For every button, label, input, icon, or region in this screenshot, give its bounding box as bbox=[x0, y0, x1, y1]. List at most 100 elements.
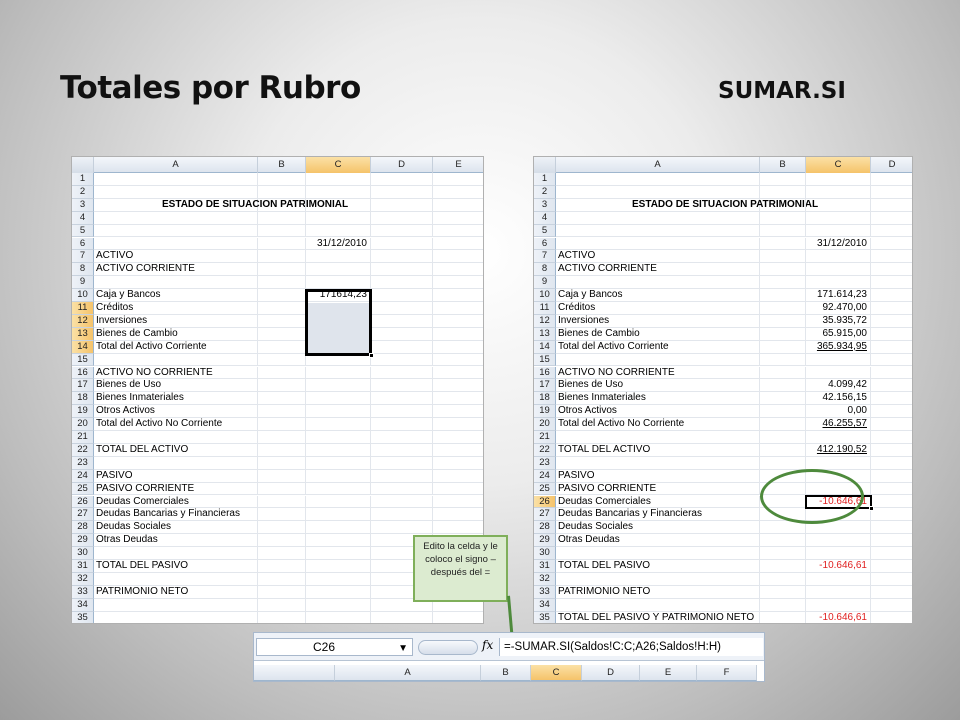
cell-c4[interactable] bbox=[306, 211, 371, 225]
cell-d6[interactable] bbox=[871, 238, 912, 251]
row-header[interactable]: 1 bbox=[72, 173, 94, 186]
cell-b27[interactable] bbox=[258, 508, 306, 522]
cell-a6[interactable] bbox=[556, 237, 760, 251]
cell-d11[interactable] bbox=[871, 302, 912, 315]
cell-b29[interactable] bbox=[258, 534, 306, 548]
cell-b23[interactable] bbox=[258, 456, 306, 470]
cell-d23[interactable] bbox=[871, 457, 912, 470]
cell-d18[interactable] bbox=[371, 392, 433, 406]
row-header[interactable]: 32 bbox=[72, 572, 94, 586]
cell-d33[interactable] bbox=[871, 586, 912, 599]
cell-a23[interactable] bbox=[94, 456, 258, 470]
row-header[interactable]: 19 bbox=[72, 405, 94, 419]
row-header[interactable]: 33 bbox=[72, 585, 94, 599]
cell-a28[interactable]: Deudas Sociales bbox=[94, 521, 258, 535]
cell-d21[interactable] bbox=[871, 431, 912, 444]
cell-b34[interactable] bbox=[760, 598, 806, 612]
row-header[interactable]: 9 bbox=[534, 276, 556, 290]
row-header[interactable]: 34 bbox=[534, 598, 556, 612]
row-header[interactable]: 12 bbox=[72, 314, 94, 328]
cell-c13[interactable]: 65.915,00 bbox=[806, 327, 871, 341]
cell-d11[interactable] bbox=[371, 302, 433, 315]
cell-a3[interactable]: ESTADO DE SITUACION PATRIMONIAL bbox=[94, 198, 348, 212]
column-header-a[interactable]: A bbox=[335, 665, 481, 681]
row-header[interactable]: 18 bbox=[72, 392, 94, 406]
row-header[interactable]: 28 bbox=[72, 521, 94, 535]
row-header[interactable]: 31 bbox=[72, 560, 94, 573]
cell-a7[interactable]: ACTIVO bbox=[556, 250, 760, 264]
cell-c27[interactable] bbox=[306, 508, 371, 522]
column-header-c[interactable]: C bbox=[306, 157, 371, 173]
cell-e4[interactable] bbox=[433, 212, 483, 225]
cell-b2[interactable] bbox=[760, 185, 806, 199]
cell-d21[interactable] bbox=[371, 431, 433, 444]
cell-d10[interactable] bbox=[871, 289, 912, 302]
cell-a16[interactable]: ACTIVO NO CORRIENTE bbox=[556, 366, 760, 380]
cell-c20[interactable]: 46.255,57 bbox=[806, 418, 871, 431]
row-header[interactable]: 18 bbox=[534, 392, 556, 406]
cell-a24[interactable]: PASIVO bbox=[94, 469, 258, 483]
row-header[interactable]: 28 bbox=[534, 521, 556, 535]
cell-c6[interactable]: 31/12/2010 bbox=[806, 237, 871, 251]
select-all-corner[interactable] bbox=[534, 157, 556, 173]
cell-d28[interactable] bbox=[871, 521, 912, 535]
cell-a3[interactable]: ESTADO DE SITUACION PATRIMONIAL bbox=[556, 198, 818, 212]
row-header[interactable]: 7 bbox=[534, 250, 556, 264]
row-header[interactable]: 33 bbox=[534, 585, 556, 599]
cell-b19[interactable] bbox=[258, 405, 306, 419]
cell-c4[interactable] bbox=[806, 211, 871, 225]
cell-b10[interactable] bbox=[760, 289, 806, 302]
cell-d5[interactable] bbox=[371, 224, 433, 238]
cell-d32[interactable] bbox=[871, 573, 912, 586]
row-header[interactable]: 24 bbox=[534, 469, 556, 483]
row-header[interactable]: 16 bbox=[534, 366, 556, 380]
cell-d25[interactable] bbox=[371, 482, 433, 496]
row-header[interactable]: 16 bbox=[72, 366, 94, 380]
cell-a21[interactable] bbox=[94, 431, 258, 444]
cell-b7[interactable] bbox=[258, 250, 306, 264]
fill-handle[interactable] bbox=[869, 506, 874, 512]
cell-a13[interactable]: Bienes de Cambio bbox=[556, 327, 760, 341]
cell-d15[interactable] bbox=[871, 354, 912, 367]
cell-a7[interactable]: ACTIVO bbox=[94, 250, 258, 264]
fx-icon[interactable]: fx bbox=[482, 638, 493, 652]
cell-b24[interactable] bbox=[258, 469, 306, 483]
cell-c31[interactable] bbox=[306, 560, 371, 573]
cell-c33[interactable] bbox=[306, 585, 371, 599]
cell-c11[interactable]: 92.470,00 bbox=[806, 302, 871, 315]
cell-b6[interactable] bbox=[258, 237, 306, 251]
cell-a13[interactable]: Bienes de Cambio bbox=[94, 327, 258, 341]
column-header-a[interactable]: A bbox=[556, 157, 760, 173]
cell-e19[interactable] bbox=[433, 405, 483, 419]
column-header-b[interactable]: B bbox=[258, 157, 306, 173]
cell-a35[interactable] bbox=[94, 611, 258, 623]
row-header[interactable]: 22 bbox=[72, 443, 94, 457]
cell-c5[interactable] bbox=[806, 224, 871, 238]
cell-e2[interactable] bbox=[433, 186, 483, 199]
cell-a4[interactable] bbox=[556, 211, 760, 225]
cell-b35[interactable] bbox=[258, 611, 306, 623]
row-header[interactable]: 12 bbox=[534, 314, 556, 328]
cell-d31[interactable] bbox=[871, 560, 912, 573]
cell-b21[interactable] bbox=[760, 431, 806, 444]
cell-d17[interactable] bbox=[871, 379, 912, 393]
cell-c3[interactable] bbox=[806, 198, 871, 212]
cell-c20[interactable] bbox=[306, 418, 371, 431]
cell-d27[interactable] bbox=[871, 508, 912, 522]
row-header[interactable]: 23 bbox=[72, 456, 94, 470]
cell-a11[interactable]: Créditos bbox=[556, 302, 760, 315]
cell-b32[interactable] bbox=[258, 572, 306, 586]
cell-a24[interactable]: PASIVO bbox=[556, 469, 760, 483]
cell-e7[interactable] bbox=[433, 250, 483, 264]
cell-c23[interactable] bbox=[306, 456, 371, 470]
cell-d16[interactable] bbox=[871, 367, 912, 380]
cell-e23[interactable] bbox=[433, 457, 483, 470]
cell-a10[interactable]: Caja y Bancos bbox=[556, 289, 760, 302]
cell-e10[interactable] bbox=[433, 289, 483, 302]
cell-d20[interactable] bbox=[871, 418, 912, 431]
row-header[interactable]: 21 bbox=[72, 431, 94, 444]
row-header[interactable]: 14 bbox=[534, 340, 556, 354]
cell-a30[interactable] bbox=[94, 547, 258, 560]
cell-d28[interactable] bbox=[371, 521, 433, 535]
row-header[interactable]: 15 bbox=[534, 353, 556, 367]
